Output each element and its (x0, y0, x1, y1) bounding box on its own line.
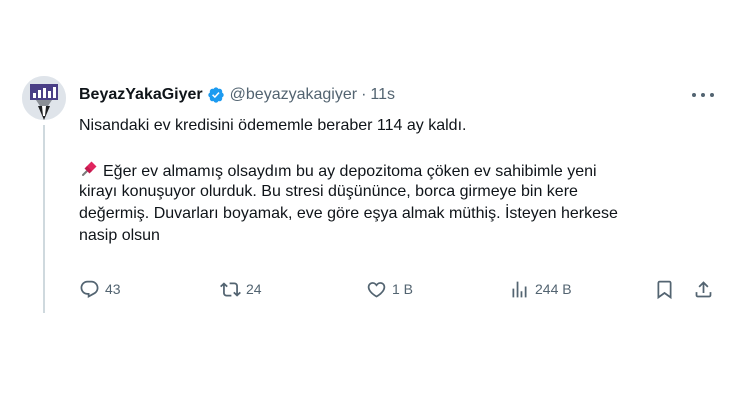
views-button[interactable]: 244 B (509, 276, 572, 302)
bookmark-icon (657, 280, 672, 299)
thread-line (43, 125, 45, 313)
reply-icon (80, 280, 99, 298)
reply-count: 43 (105, 281, 121, 297)
heart-icon (367, 281, 386, 298)
tweet-text-line-2-content: Eğer ev almamış olsaydım bu ay depozitom… (103, 163, 597, 180)
tweet-header: BeyazYakaGiyer @beyazyakagiyer · 11s (79, 84, 395, 106)
like-button[interactable]: 1 B (366, 276, 413, 302)
more-icon[interactable] (692, 86, 714, 104)
retweet-button[interactable]: 24 (220, 276, 262, 302)
separator-dot: · (361, 86, 367, 103)
avatar-image (22, 76, 66, 120)
tweet-text-line-1: Nisandaki ev kredisini ödememle beraber … (79, 117, 467, 134)
like-count: 1 B (392, 281, 414, 297)
tweet-text-line-3: kirayı konuşuyor olurduk. Bu stresi düşü… (79, 183, 578, 200)
tweet-text-line-4: değermiş. Duvarları boyamak, eve göre eş… (79, 205, 618, 222)
action-bar: 43 24 1 B 244 B (79, 276, 719, 302)
tweet-text-line-5: nasip olsun (79, 227, 160, 244)
handle[interactable]: @beyazyakagiyer (230, 86, 357, 104)
share-button[interactable] (693, 276, 714, 302)
timestamp[interactable]: 11s (370, 86, 395, 104)
pushpin-icon (82, 161, 97, 176)
bookmark-button[interactable] (654, 276, 675, 302)
verified-badge-icon[interactable] (207, 86, 225, 104)
reply-button[interactable]: 43 (79, 276, 121, 302)
avatar[interactable] (22, 76, 66, 120)
retweet-icon (220, 281, 241, 297)
retweet-count: 24 (246, 281, 262, 297)
tweet-text-line-2: Eğer ev almamış olsaydım bu ay depozitom… (79, 159, 597, 183)
views-icon (512, 281, 527, 297)
display-name[interactable]: BeyazYakaGiyer (79, 86, 203, 104)
share-icon (695, 280, 712, 297)
views-count: 244 B (535, 281, 572, 297)
